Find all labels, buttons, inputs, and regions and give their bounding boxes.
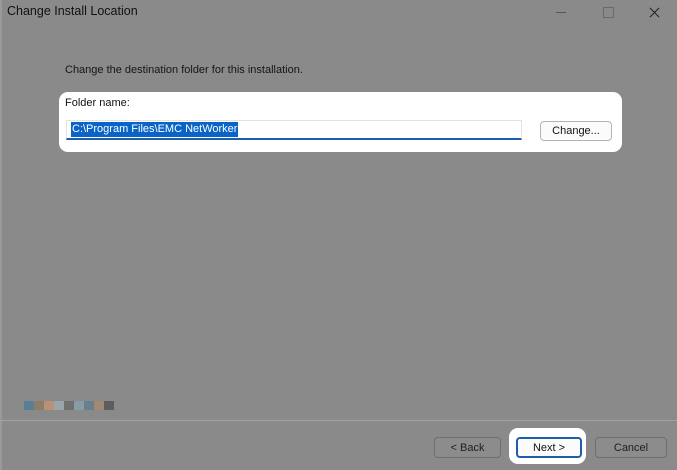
logo-block (64, 401, 74, 410)
logo-block (44, 401, 54, 410)
maximize-icon (602, 6, 614, 18)
footer-divider (0, 420, 677, 421)
window-edge (0, 0, 2, 470)
instruction-text: Change the destination folder for this i… (65, 64, 303, 76)
close-button[interactable] (631, 0, 677, 24)
folder-name-input[interactable]: C:\Program Files\EMC NetWorker (66, 120, 522, 140)
logo-block (24, 401, 34, 410)
folder-name-label: Folder name: (65, 97, 130, 109)
install-location-dialog: Change Install Location Change the desti… (0, 0, 677, 470)
folder-panel: Folder name: C:\Program Files\EMC NetWor… (59, 92, 622, 152)
window-title: Change Install Location (7, 4, 138, 18)
back-button[interactable]: < Back (434, 437, 501, 458)
cancel-button[interactable]: Cancel (595, 437, 667, 458)
change-button[interactable]: Change... (540, 121, 612, 141)
next-button[interactable]: Next > (516, 437, 582, 458)
folder-name-value: C:\Program Files\EMC NetWorker (71, 122, 239, 137)
minimize-icon (556, 11, 566, 13)
minimize-button[interactable] (538, 0, 584, 24)
logo-block (104, 401, 114, 410)
maximize-button[interactable] (585, 0, 631, 24)
logo-block (84, 401, 94, 410)
logo-block (34, 401, 44, 410)
title-bar[interactable]: Change Install Location (0, 0, 677, 24)
logo-block (74, 401, 84, 410)
logo-block (94, 401, 104, 410)
close-icon (649, 7, 660, 18)
vendor-logo (24, 401, 124, 410)
logo-block (54, 401, 64, 410)
